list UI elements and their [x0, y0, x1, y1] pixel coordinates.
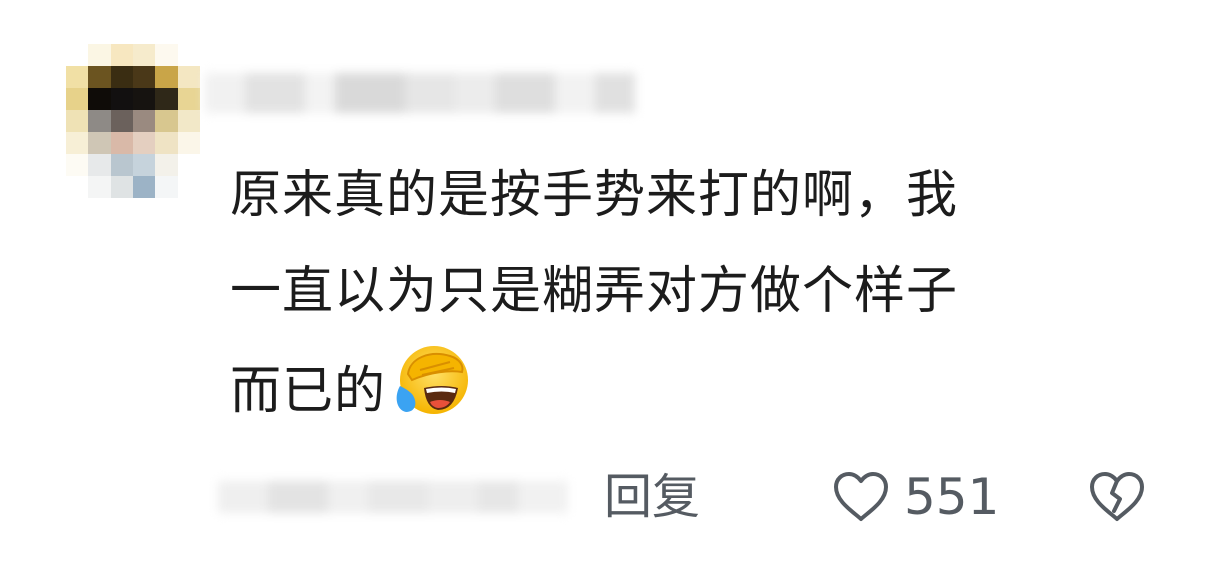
comment-line-3: 而已的 [230, 362, 387, 421]
comment-meta-blurred [218, 472, 598, 522]
heart-outline-icon [834, 472, 888, 521]
comment-text: 原来真的是按手势来打的啊，我 一直以为只是糊弄对方做个样子 而已的 [230, 148, 1160, 440]
like-count: 551 [904, 468, 1000, 526]
broken-heart-icon[interactable] [1088, 471, 1146, 523]
comment-line-1: 原来真的是按手势来打的啊，我 [230, 166, 959, 225]
avatar[interactable] [66, 44, 200, 198]
username-blurred[interactable] [205, 62, 665, 124]
comment-line-2: 一直以为只是糊弄对方做个样子 [230, 262, 959, 321]
like-button[interactable]: 551 [832, 466, 999, 528]
reply-button[interactable]: 回复 [604, 466, 700, 528]
laughing-crying-emoji-icon [396, 346, 469, 414]
